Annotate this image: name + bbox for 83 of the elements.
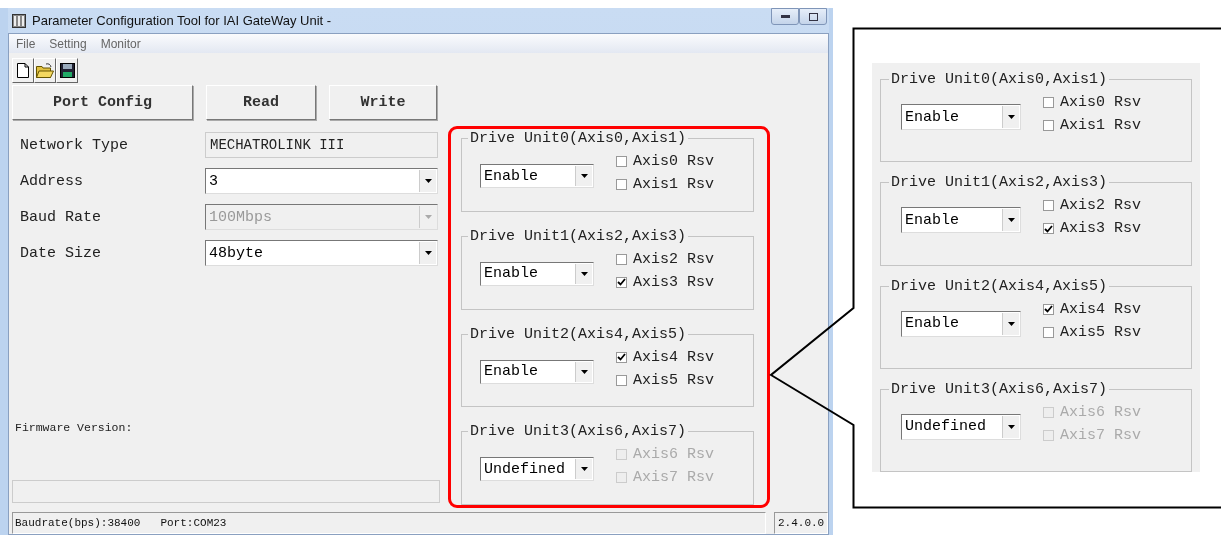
- caret-icon: [580, 271, 588, 276]
- dropdown[interactable]: Enable: [480, 164, 594, 188]
- checkbox[interactable]: [1043, 200, 1054, 212]
- checkbox-label: Axis5 Rsv: [633, 371, 714, 389]
- group-title: Drive Unit2(Axis4,Axis5): [890, 277, 1109, 295]
- group-title: Drive Unit1(Axis2,Axis3): [890, 174, 1109, 192]
- checkbox[interactable]: [616, 276, 627, 288]
- group-title: Drive Unit3(Axis6,Axis7): [890, 380, 1109, 398]
- window-title: Parameter Configuration Tool for IAI GateWay Unit -: [32, 13, 333, 28]
- dropdown[interactable]: Enable: [480, 359, 594, 384]
- checkbox[interactable]: [616, 253, 627, 265]
- group-title: Drive Unit0(Axis0,Axis1): [890, 71, 1109, 88]
- caret-icon: [424, 215, 432, 219]
- checkbox-label: Axis3 Rsv: [633, 273, 714, 291]
- group-title: Drive Unit0(Axis0,Axis1): [469, 130, 688, 147]
- field-label: Baud Rate: [19, 208, 102, 226]
- field-label: Date Size: [19, 244, 102, 262]
- group-title: Drive Unit1(Axis2,Axis3): [469, 227, 688, 245]
- caret-icon: [1007, 115, 1015, 119]
- version-text: 2.4.0.0: [778, 517, 825, 529]
- field-label: Address: [19, 172, 84, 190]
- checkbox[interactable]: [616, 156, 627, 167]
- checkbox[interactable]: [1043, 97, 1054, 108]
- checkbox[interactable]: [616, 351, 627, 363]
- caret-icon: [1007, 321, 1015, 326]
- readonly-field: MECHATROLINK III: [205, 132, 438, 158]
- field-label: Network Type: [19, 136, 130, 154]
- checkbox-label: Axis5 Rsv: [1060, 323, 1141, 341]
- caret-icon: [424, 251, 432, 255]
- checkbox[interactable]: [616, 179, 627, 190]
- menu-item[interactable]: Setting: [49, 36, 87, 51]
- menu-item[interactable]: File: [16, 36, 36, 51]
- group-title: Drive Unit2(Axis4,Axis5): [469, 325, 688, 343]
- caret-icon: [580, 467, 588, 472]
- dropdown[interactable]: Enable: [480, 261, 594, 286]
- checkbox-label: Axis1 Rsv: [633, 176, 714, 193]
- maximize-button[interactable]: [799, 8, 827, 25]
- dropdown[interactable]: Enable: [901, 310, 1021, 337]
- push-button[interactable]: Write: [329, 85, 437, 120]
- maximize-icon: [808, 12, 818, 21]
- checkbox-label: Axis6 Rsv: [1060, 403, 1141, 421]
- checkbox-label: Axis6 Rsv: [633, 446, 714, 464]
- checkbox-label: Axis4 Rsv: [633, 348, 714, 366]
- new-file-button[interactable]: [12, 58, 34, 83]
- app-icon: [12, 13, 26, 28]
- caret-icon: [580, 369, 588, 374]
- checkbox[interactable]: [1043, 120, 1054, 131]
- firmware-label: Firmware Version:: [14, 421, 134, 434]
- checkbox-label: Axis7 Rsv: [633, 469, 714, 487]
- minimize-button[interactable]: [771, 8, 799, 25]
- caret-icon: [1007, 218, 1015, 223]
- status-text: Port:COM23: [160, 517, 227, 529]
- status-text: Baudrate(bps):38400: [15, 517, 141, 529]
- dropdown[interactable]: 3: [205, 168, 438, 194]
- save-button[interactable]: [56, 58, 78, 83]
- checkbox[interactable]: [1043, 326, 1054, 338]
- group-title: Drive Unit3(Axis6,Axis7): [469, 423, 688, 441]
- dropdown[interactable]: Enable: [901, 104, 1021, 130]
- checkbox-label: Axis0 Rsv: [633, 153, 714, 170]
- folder-icon: [36, 63, 54, 78]
- checkbox-label: Axis1 Rsv: [1060, 117, 1141, 134]
- push-button[interactable]: Read: [206, 85, 316, 120]
- dropdown[interactable]: Undefined: [901, 413, 1021, 440]
- checkbox-label: Axis0 Rsv: [1060, 94, 1141, 111]
- checkbox-label: Axis3 Rsv: [1060, 220, 1141, 238]
- menu-item[interactable]: Monitor: [100, 36, 141, 51]
- dropdown[interactable]: 48byte: [205, 240, 438, 266]
- caret-icon: [580, 174, 588, 178]
- minimize-icon: [780, 15, 790, 18]
- checkbox-label: Axis2 Rsv: [1060, 197, 1141, 215]
- caret-icon: [1007, 424, 1015, 429]
- caret-icon: [424, 179, 432, 183]
- checkbox[interactable]: [616, 374, 627, 386]
- checkbox-label: Axis2 Rsv: [633, 250, 714, 268]
- dropdown[interactable]: Enable: [901, 207, 1021, 234]
- document-icon: [17, 63, 29, 78]
- checkbox-label: Axis7 Rsv: [1060, 426, 1141, 444]
- dropdown[interactable]: Undefined: [480, 457, 594, 482]
- push-button[interactable]: Port Config: [12, 85, 193, 120]
- checkbox[interactable]: [1043, 223, 1054, 235]
- checkbox-label: Axis4 Rsv: [1060, 300, 1141, 318]
- open-folder-button[interactable]: [34, 58, 56, 83]
- checkbox[interactable]: [1043, 303, 1054, 315]
